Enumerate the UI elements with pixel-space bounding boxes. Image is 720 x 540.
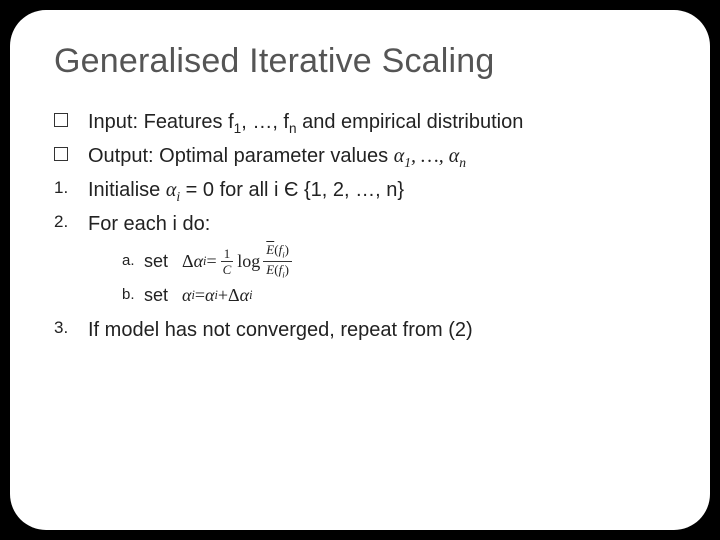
item-input: Input: Features f1, …, fn and empirical … bbox=[54, 107, 666, 139]
main-list: Input: Features f1, …, fn and empirical … bbox=[54, 107, 666, 346]
marker-2: 2. bbox=[54, 209, 68, 235]
fb-alpha-r2: α bbox=[240, 282, 249, 309]
formula-b: αi = αi + Δαi bbox=[182, 282, 252, 309]
fb-delta: Δ bbox=[228, 282, 240, 309]
output-text-2: , …, bbox=[411, 145, 449, 167]
elem-symbol: Є bbox=[284, 179, 298, 201]
item-step-2: 2. For each i do: a. set Δαi = 1 C log bbox=[54, 209, 666, 309]
marker-b: b. bbox=[122, 284, 135, 307]
alpha-1: α bbox=[394, 145, 405, 167]
frac-num-ebar: E(fi) bbox=[263, 242, 292, 261]
marker-1: 1. bbox=[54, 175, 68, 201]
input-text-2: , …, f bbox=[241, 111, 289, 133]
fb-alpha-l: α bbox=[182, 282, 191, 309]
fb-sub-i-r2: i bbox=[249, 286, 252, 304]
slide: Generalised Iterative Scaling Input: Fea… bbox=[10, 10, 710, 530]
input-text-1: Input: Features f bbox=[88, 111, 234, 133]
init-set: {1, 2, …, n} bbox=[298, 179, 404, 201]
formula-a: Δαi = 1 C log E(fi) E(fi) bbox=[182, 242, 295, 280]
alpha-sub-1: 1 bbox=[404, 155, 411, 170]
frac-1c: 1 C bbox=[220, 246, 235, 277]
fb-plus: + bbox=[218, 282, 228, 309]
frac-den-e: E(fi) bbox=[263, 262, 292, 280]
foreach-text: For each i do: bbox=[88, 213, 210, 235]
output-text-1: Output: Optimal parameter values bbox=[88, 145, 394, 167]
fb-eq: = bbox=[195, 282, 205, 309]
rp2: ) bbox=[285, 262, 289, 277]
set-a-text: set bbox=[144, 248, 168, 275]
alpha-sub-n: n bbox=[459, 155, 466, 170]
fb-alpha-r1: α bbox=[205, 282, 214, 309]
delta-sym: Δ bbox=[182, 248, 194, 275]
marker-3: 3. bbox=[54, 315, 68, 341]
fa-alpha: α bbox=[194, 248, 203, 275]
sublist: a. set Δαi = 1 C log E(fi) E(fi) bbox=[122, 242, 666, 309]
log-text: log bbox=[237, 248, 260, 275]
frac-ee: E(fi) E(fi) bbox=[263, 242, 292, 280]
input-text-3: and empirical distribution bbox=[297, 111, 524, 133]
frac-num-1: 1 bbox=[221, 246, 234, 262]
sub-n: n bbox=[289, 121, 297, 136]
alpha-i: α bbox=[166, 179, 177, 201]
init-text-2: = 0 for all i bbox=[180, 179, 284, 201]
set-b-text: set bbox=[144, 282, 168, 309]
init-text-1: Initialise bbox=[88, 179, 166, 201]
fa-eq: = bbox=[206, 248, 216, 275]
item-step-1: 1. Initialise αi = 0 for all i Є {1, 2, … bbox=[54, 175, 666, 207]
rp1: ) bbox=[285, 242, 289, 257]
frac-den-c: C bbox=[220, 262, 235, 277]
item-output: Output: Optimal parameter values α1, …, … bbox=[54, 141, 666, 173]
marker-a: a. bbox=[122, 250, 135, 273]
slide-title: Generalised Iterative Scaling bbox=[54, 42, 666, 81]
substep-b: b. set αi = αi + Δαi bbox=[122, 282, 666, 309]
alpha-n: α bbox=[449, 145, 460, 167]
step3-text: If model has not converged, repeat from … bbox=[88, 319, 473, 341]
substep-a: a. set Δαi = 1 C log E(fi) E(fi) bbox=[122, 242, 666, 280]
item-step-3: 3. If model has not converged, repeat fr… bbox=[54, 315, 666, 346]
